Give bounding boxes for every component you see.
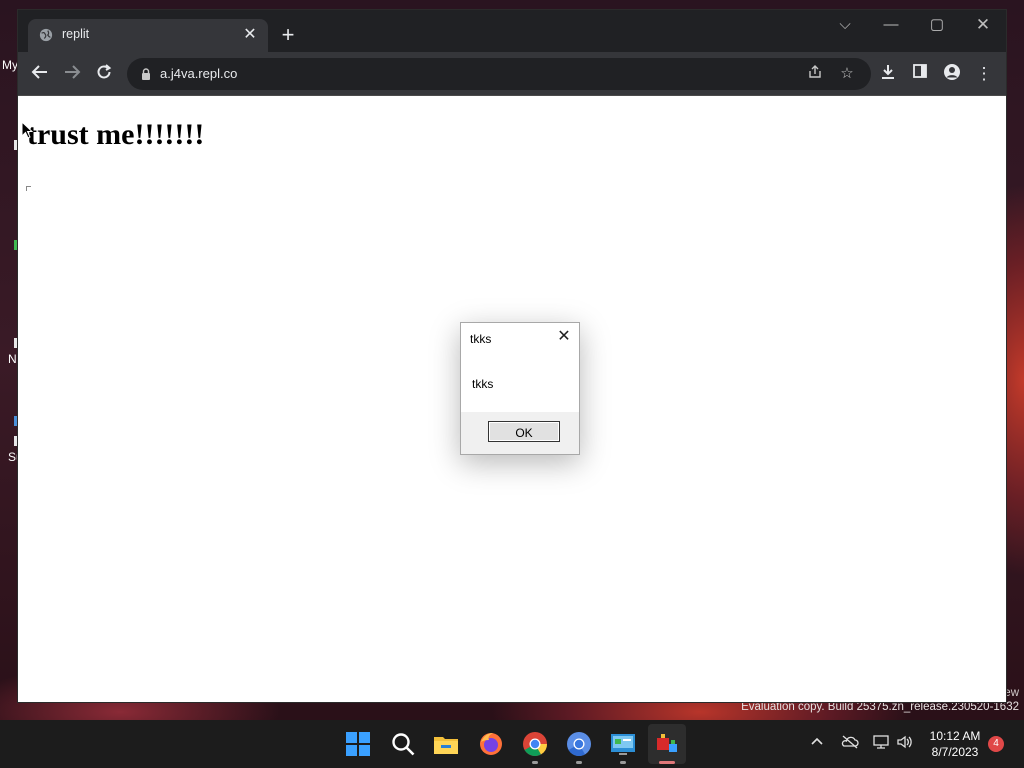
back-arrow-icon[interactable] (29, 63, 51, 85)
app-icon[interactable] (653, 730, 681, 758)
network-icon[interactable] (871, 734, 891, 754)
close-icon[interactable]: ✕ (555, 328, 573, 346)
kebab-menu-icon[interactable]: ⋮ (973, 63, 995, 85)
windows-start-icon[interactable] (344, 730, 372, 758)
chromium-icon[interactable] (565, 730, 593, 758)
running-indicator (532, 761, 538, 764)
globe-icon (39, 28, 53, 42)
clock-time: 10:12 AM (929, 729, 981, 743)
page-heading: trust me!!!!!!! (27, 118, 205, 151)
lock-icon[interactable] (139, 67, 153, 81)
file-explorer-icon[interactable] (432, 730, 460, 758)
plus-icon[interactable]: + (276, 24, 300, 48)
taskbar: 10:12 AM 8/7/2023 4 (0, 720, 1024, 768)
evaluation-watermark: ew Evaluation copy. Build 25375.zn_relea… (741, 687, 1019, 714)
chrome-icon[interactable] (521, 730, 549, 758)
running-indicator (576, 761, 582, 764)
forward-arrow-icon[interactable] (61, 63, 83, 85)
minimize-icon[interactable]: — (876, 15, 906, 35)
desktop-icon-label[interactable]: N (8, 352, 17, 366)
close-icon[interactable]: ✕ (968, 15, 998, 35)
running-indicator (620, 761, 626, 764)
star-icon[interactable]: ☆ (837, 64, 857, 84)
onedrive-offline-icon[interactable] (840, 734, 860, 754)
reload-icon[interactable] (93, 63, 115, 85)
watermark-line1: ew (1004, 687, 1019, 699)
watermark-text: Evaluation copy. Build 25375.zn_release.… (741, 701, 1019, 713)
close-icon[interactable]: ✕ (240, 25, 260, 45)
download-icon[interactable] (877, 63, 899, 85)
system-clock[interactable]: 10:12 AM 8/7/2023 (920, 728, 990, 760)
profile-icon[interactable] (941, 63, 963, 85)
address-bar[interactable]: a.j4va.repl.co ☆ (127, 58, 871, 90)
notification-badge[interactable]: 4 (988, 736, 1004, 752)
maximize-icon[interactable]: ▢ (922, 15, 952, 35)
active-indicator (659, 761, 675, 764)
dialog-message: tkks (472, 377, 494, 391)
side-panel-icon[interactable] (909, 63, 931, 85)
tab-replit[interactable]: replit ✕ (28, 19, 268, 52)
browser-toolbar: a.j4va.repl.co ☆ ⋮ (18, 52, 1006, 96)
dialog-title: tkks (470, 332, 492, 346)
share-icon[interactable] (805, 64, 825, 84)
tab-title: replit (62, 27, 90, 41)
broken-image-icon (26, 186, 31, 191)
dialog-footer: OK (461, 412, 579, 454)
search-icon[interactable] (389, 730, 417, 758)
url-text[interactable]: a.j4va.repl.co (160, 66, 237, 81)
clock-date: 8/7/2023 (931, 745, 979, 759)
alert-dialog: tkks ✕ tkks OK (460, 322, 580, 455)
chevron-up-icon[interactable] (807, 734, 827, 754)
volume-icon[interactable] (895, 734, 915, 754)
mouse-cursor-icon (21, 121, 34, 139)
ok-button[interactable]: OK (488, 421, 560, 442)
control-panel-icon[interactable] (609, 730, 637, 758)
firefox-icon[interactable] (477, 730, 505, 758)
desktop-icon-label[interactable]: My (2, 58, 18, 72)
chevron-down-icon[interactable]: ⌵ (830, 15, 860, 35)
tab-strip: replit ✕ + ⌵ — ▢ ✕ (18, 10, 1006, 52)
